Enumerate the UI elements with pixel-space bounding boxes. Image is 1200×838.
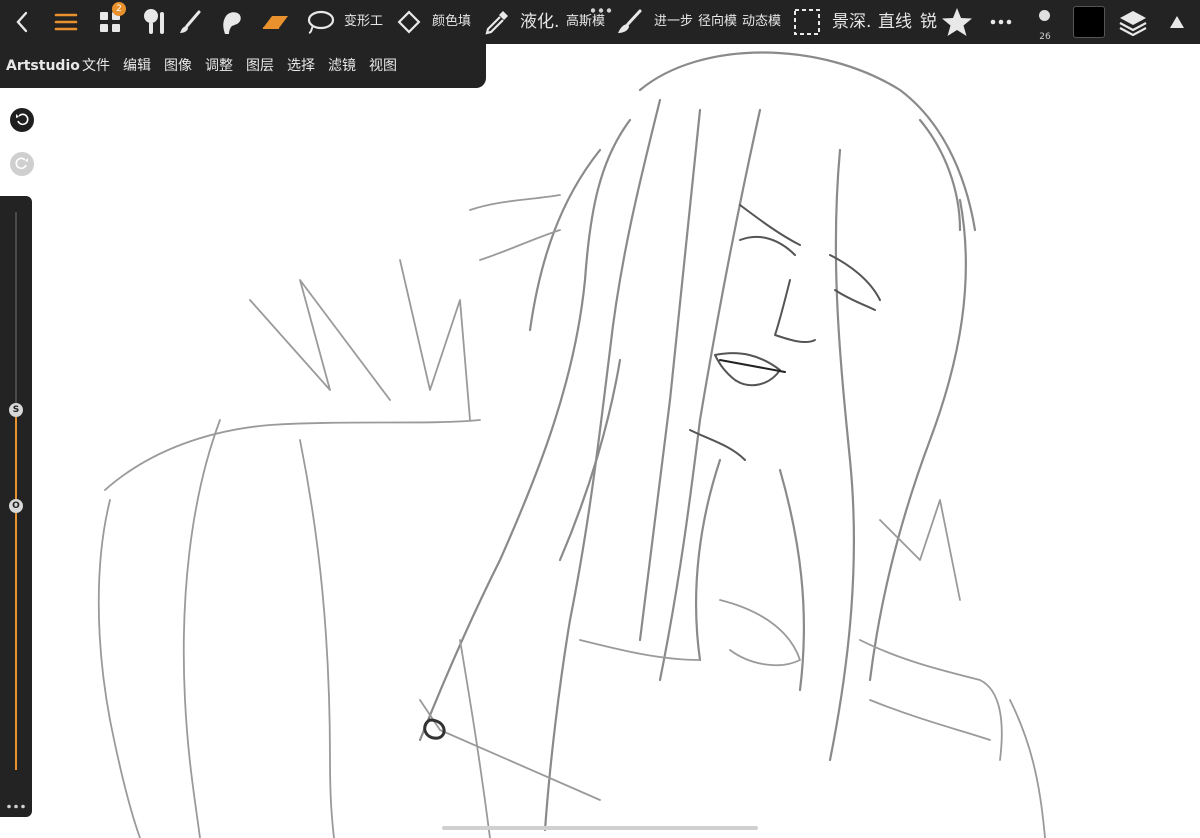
color-swatch-button[interactable] — [1072, 0, 1106, 44]
menu-file[interactable]: 文件 — [82, 44, 110, 88]
gaussian-blur-label[interactable]: 高斯模 — [566, 0, 605, 44]
menu-bar: Artstudio 文件 编辑 图像 调整 图层 选择 滤镜 视图 — [0, 44, 486, 88]
favorites-button[interactable] — [940, 0, 974, 44]
home-indicator[interactable] — [442, 826, 758, 830]
size-slider-knob[interactable]: S — [9, 403, 23, 417]
advance-label[interactable]: 进一步 — [654, 0, 693, 44]
redo-icon — [15, 155, 29, 174]
line-tool-label[interactable]: 直线 — [878, 0, 912, 44]
menu-select[interactable]: 选择 — [287, 44, 315, 88]
opacity-slider-fill[interactable] — [15, 506, 17, 770]
depth-of-field-label[interactable]: 景深. — [832, 0, 871, 44]
brush-size-value: 26 — [1039, 32, 1051, 42]
ellipsis-icon — [990, 19, 1012, 25]
eraser-button[interactable] — [258, 0, 292, 44]
hamburger-icon — [54, 12, 78, 32]
menu-layer[interactable]: 图层 — [246, 44, 274, 88]
undo-icon — [15, 111, 29, 130]
size-slider-fill — [15, 410, 17, 502]
transform-tool-label[interactable]: 变形工 — [344, 0, 383, 44]
brush-slider-panel: S O — [0, 196, 32, 817]
undo-button[interactable] — [10, 108, 34, 132]
smudge-brush-button[interactable] — [614, 0, 644, 44]
triangle-up-icon — [1169, 15, 1185, 29]
side-panel-more-button[interactable] — [6, 794, 26, 813]
redo-button[interactable] — [10, 152, 34, 176]
eraser-icon — [260, 11, 290, 33]
star-icon — [941, 7, 973, 37]
more-options-button[interactable] — [986, 0, 1016, 44]
layers-icon — [1118, 8, 1148, 36]
menu-adjust[interactable]: 调整 — [205, 44, 233, 88]
chevron-left-icon — [15, 11, 29, 33]
brush-size-dot-icon — [1039, 10, 1050, 21]
eyedropper-icon — [483, 8, 511, 36]
top-toolbar: 2 变形工 颜色填 液化. 高斯模 进一步 径向模 动态模 景深. 直线 锐 2… — [0, 0, 1200, 44]
lasso-icon — [305, 9, 335, 35]
sketch-body — [97, 194, 1046, 838]
liquify-tool-label[interactable]: 液化. — [520, 0, 559, 44]
size-slider-track[interactable] — [15, 212, 17, 410]
sharpen-label[interactable]: 锐 — [920, 0, 937, 44]
sketch-face — [689, 204, 881, 461]
fill-bucket-icon — [395, 8, 423, 36]
menu-edit[interactable]: 编辑 — [123, 44, 151, 88]
ellipsis-icon — [6, 794, 26, 813]
menu-view[interactable]: 视图 — [369, 44, 397, 88]
brush-size-button[interactable]: 26 — [1030, 0, 1060, 44]
sketch-hair — [418, 51, 977, 832]
brushes-button[interactable] — [140, 0, 172, 44]
paint-brush-button[interactable] — [176, 0, 204, 44]
paint-brush-icon — [177, 9, 203, 35]
selection-button[interactable] — [792, 0, 822, 44]
menu-button[interactable] — [52, 0, 80, 44]
fill-tool-label[interactable]: 颜色填 — [432, 0, 471, 44]
smudge-button[interactable] — [216, 0, 246, 44]
radial-blur-label[interactable]: 径向模 — [698, 0, 737, 44]
smudge-brush-icon — [615, 8, 643, 36]
brushes-icon — [141, 7, 171, 37]
current-color-swatch — [1073, 6, 1105, 38]
app-name[interactable]: Artstudio — [6, 44, 80, 88]
eyedropper-button[interactable] — [482, 0, 512, 44]
drawing-canvas[interactable] — [0, 0, 1200, 838]
menu-filter[interactable]: 滤镜 — [328, 44, 356, 88]
motion-blur-label[interactable]: 动态模 — [742, 0, 781, 44]
menu-image[interactable]: 图像 — [164, 44, 192, 88]
lasso-button[interactable] — [304, 0, 336, 44]
back-button[interactable] — [8, 0, 36, 44]
layers-button[interactable] — [1116, 0, 1150, 44]
fill-button[interactable] — [394, 0, 424, 44]
gallery-badge: 2 — [112, 2, 126, 16]
collapse-toolbar-button[interactable] — [1164, 0, 1190, 44]
opacity-slider-knob[interactable]: O — [9, 499, 23, 513]
dashed-rectangle-icon — [793, 8, 821, 36]
smudge-icon — [217, 8, 245, 36]
